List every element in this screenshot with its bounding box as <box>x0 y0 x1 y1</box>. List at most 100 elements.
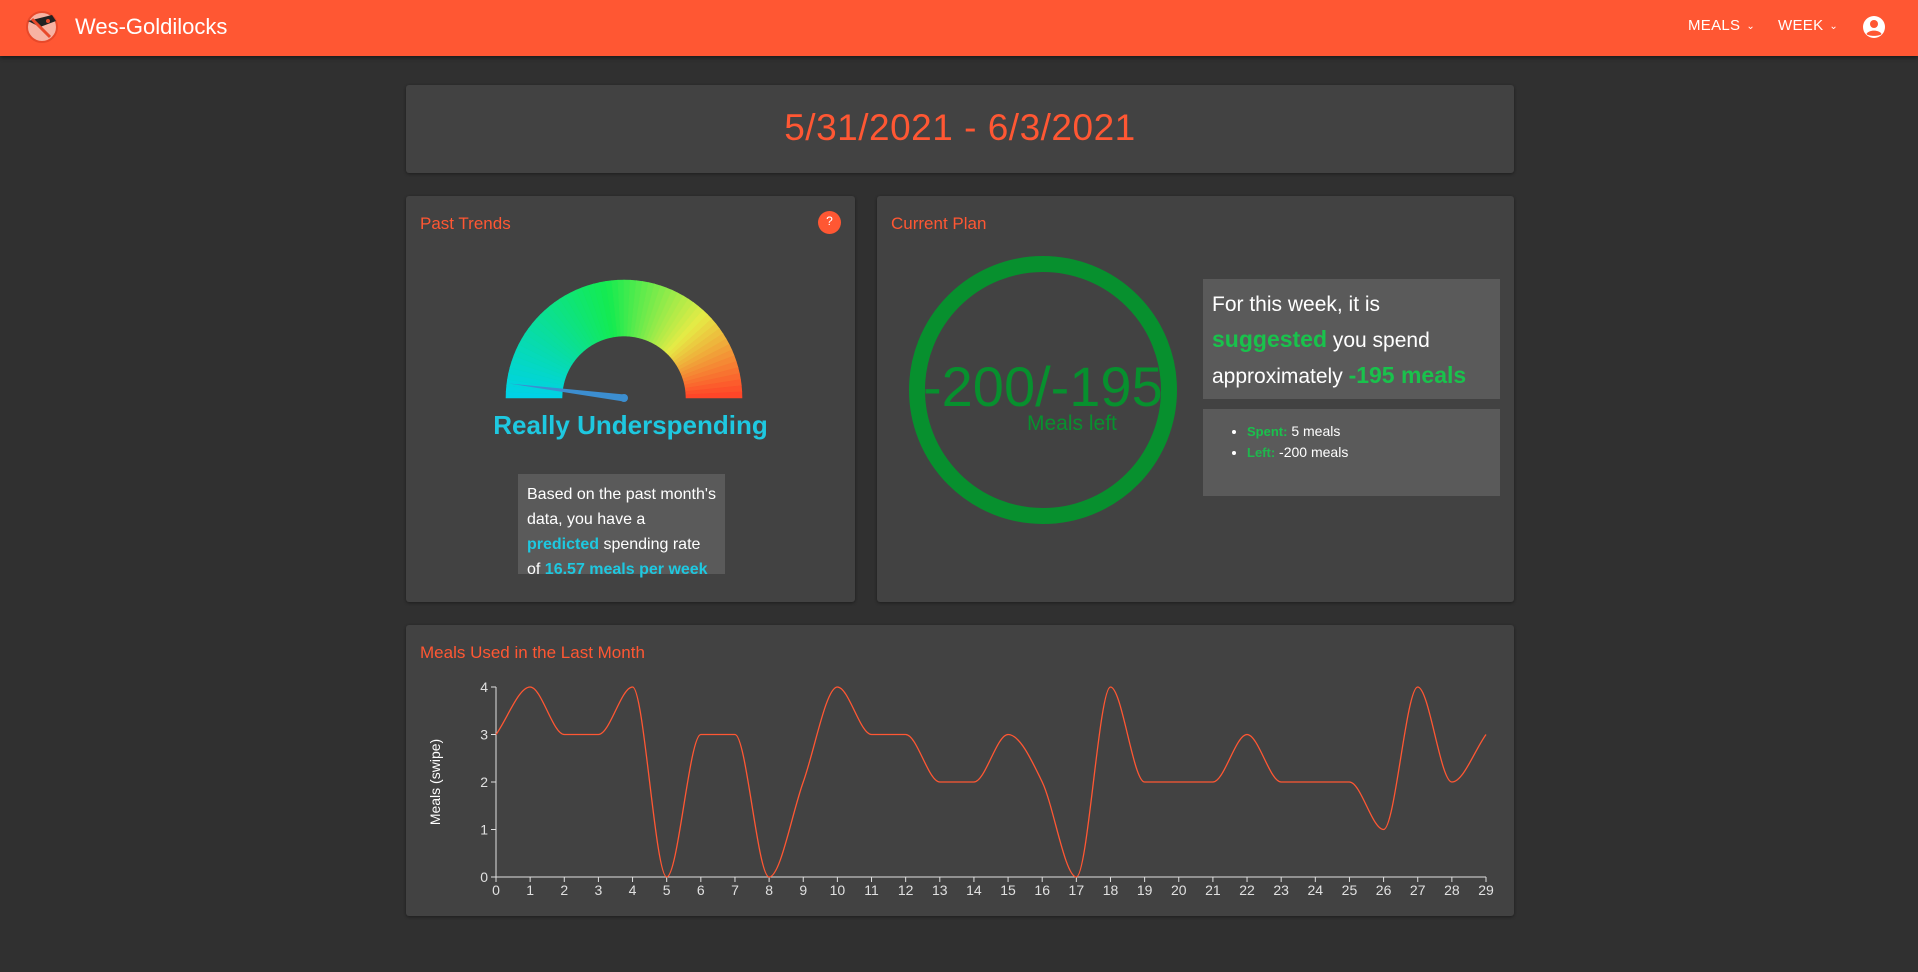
x-tick-label: 13 <box>932 882 948 898</box>
x-tick-label: 26 <box>1376 882 1392 898</box>
y-tick-label: 0 <box>480 869 488 885</box>
data-point <box>904 733 908 737</box>
x-tick-label: 24 <box>1308 882 1324 898</box>
data-point <box>1211 780 1215 784</box>
data-point <box>1416 685 1420 689</box>
data-point <box>1347 780 1351 784</box>
app-bar: Wes-Goldilocks MEALS ⌄ WEEK ⌄ <box>0 0 1918 56</box>
spent-left-box: Spent: 5 meals Left: -200 meals <box>1203 409 1500 496</box>
x-tick-label: 22 <box>1239 882 1255 898</box>
x-tick-label: 25 <box>1342 882 1358 898</box>
data-point <box>767 875 771 879</box>
data-point <box>1382 828 1386 832</box>
x-tick-label: 1 <box>526 882 534 898</box>
data-point <box>699 733 703 737</box>
past-trends-title: Past Trends <box>420 214 511 233</box>
x-tick-label: 23 <box>1273 882 1289 898</box>
data-point <box>972 780 976 784</box>
data-point <box>870 733 874 737</box>
prediction-highlight: predicted <box>527 536 600 553</box>
data-point <box>1074 875 1078 879</box>
week-menu-button[interactable]: WEEK ⌄ <box>1778 17 1838 34</box>
data-point <box>835 685 839 689</box>
spending-gauge <box>505 279 743 402</box>
x-tick-label: 28 <box>1444 882 1460 898</box>
meals-chart-card: Meals Used in the Last Month 01234012345… <box>406 625 1514 916</box>
x-tick-label: 27 <box>1410 882 1426 898</box>
x-tick-label: 6 <box>697 882 705 898</box>
data-point <box>631 685 635 689</box>
x-tick-label: 2 <box>560 882 568 898</box>
gauge-needle-hub <box>620 394 628 402</box>
logo-icon <box>26 11 58 43</box>
suggestion-amount: -195 meals <box>1348 362 1467 388</box>
prediction-text-start: Based on the past month's data, you have… <box>527 486 716 528</box>
x-tick-label: 14 <box>966 882 982 898</box>
data-point <box>1040 780 1044 784</box>
spent-value: 5 meals <box>1287 423 1341 439</box>
current-plan-title: Current Plan <box>891 214 987 233</box>
prediction-rate: 16.57 meals per week <box>544 561 708 578</box>
data-point <box>1450 780 1454 784</box>
data-point <box>528 685 532 689</box>
meals-series-line <box>495 686 1487 878</box>
chevron-down-icon: ⌄ <box>1746 21 1756 32</box>
data-point <box>665 875 669 879</box>
x-tick-label: 0 <box>492 882 500 898</box>
data-point <box>1245 733 1249 737</box>
x-tick-label: 17 <box>1069 882 1085 898</box>
data-point <box>562 733 566 737</box>
y-tick-label: 4 <box>480 679 488 695</box>
y-tick-label: 2 <box>480 774 488 790</box>
meals-left-label: Meals left <box>1027 412 1117 435</box>
x-tick-label: 21 <box>1205 882 1221 898</box>
left-item: Left: -200 meals <box>1247 442 1500 463</box>
prediction-text-box: Based on the past month's data, you have… <box>518 474 725 578</box>
suggestion-highlight: suggested <box>1212 326 1328 352</box>
account-icon[interactable] <box>1862 15 1886 39</box>
x-tick-label: 29 <box>1478 882 1494 898</box>
week-menu-label: WEEK <box>1778 17 1824 34</box>
data-point <box>1108 685 1112 689</box>
x-tick-label: 20 <box>1171 882 1187 898</box>
y-tick-label: 3 <box>480 727 488 743</box>
data-point <box>801 780 805 784</box>
data-point <box>733 733 737 737</box>
app-title[interactable]: Wes-Goldilocks <box>75 14 227 40</box>
left-value: -200 meals <box>1275 444 1349 460</box>
x-tick-label: 7 <box>731 882 739 898</box>
meals-line-chart: 012340 1 2 3 4 5 6 7 8 9 10 11 12 13 14 15 16 17 18 19 20 21 2… <box>427 679 1494 898</box>
data-point <box>596 733 600 737</box>
suggestion-text-start: For this week, it is <box>1212 293 1381 316</box>
x-tick-label: 8 <box>765 882 773 898</box>
y-axis-label: Meals (swipe) <box>427 739 443 825</box>
x-tick-label: 15 <box>1000 882 1016 898</box>
chevron-down-icon: ⌄ <box>1829 21 1839 32</box>
x-tick-label: 18 <box>1103 882 1119 898</box>
x-tick-label: 16 <box>1034 882 1050 898</box>
x-tick-label: 10 <box>830 882 846 898</box>
data-point <box>1006 733 1010 737</box>
data-point <box>1177 780 1181 784</box>
date-range-card: 5/31/2021 - 6/3/2021 <box>406 85 1514 173</box>
meals-menu-button[interactable]: MEALS ⌄ <box>1688 17 1755 34</box>
current-plan-card: Current Plan -200/-195 Meals left For th… <box>877 196 1514 602</box>
help-button[interactable]: ? <box>818 211 841 234</box>
date-range: 5/31/2021 - 6/3/2021 <box>784 107 1136 148</box>
gauge-label: Really Underspending <box>493 410 768 440</box>
x-tick-label: 9 <box>799 882 807 898</box>
y-tick-label: 1 <box>480 822 488 838</box>
data-point <box>938 780 942 784</box>
meals-left-value: -200/-195 <box>923 355 1163 418</box>
past-trends-card: Past Trends ? Really Underspending Based… <box>406 196 855 602</box>
left-label: Left: <box>1247 445 1276 460</box>
x-tick-label: 3 <box>595 882 603 898</box>
suggestion-box: For this week, it is suggested you spend… <box>1203 279 1500 399</box>
data-point <box>494 733 498 737</box>
x-tick-label: 11 <box>864 882 879 898</box>
data-point <box>1279 780 1283 784</box>
meals-menu-label: MEALS <box>1688 17 1741 34</box>
spent-label: Spent: <box>1247 424 1288 439</box>
data-point <box>1484 733 1488 737</box>
x-tick-label: 12 <box>898 882 914 898</box>
